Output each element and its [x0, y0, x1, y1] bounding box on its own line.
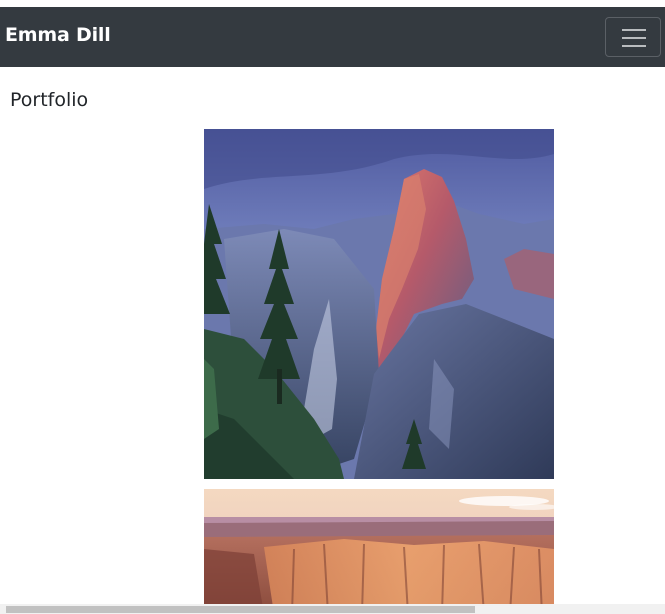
gallery-image-mountain[interactable]: [204, 129, 554, 479]
navbar: Emma Dill: [0, 7, 665, 67]
navbar-toggler-button[interactable]: [605, 17, 661, 57]
top-strip: [0, 0, 665, 7]
scrollbar-thumb[interactable]: [6, 606, 475, 613]
navbar-brand[interactable]: Emma Dill: [5, 24, 111, 46]
gallery-image-canyon[interactable]: [204, 489, 554, 614]
horizontal-scrollbar[interactable]: [0, 604, 665, 614]
mountain-photo-art: [204, 129, 554, 479]
page-title: Portfolio: [10, 89, 89, 111]
canyon-photo-art: [204, 489, 554, 614]
